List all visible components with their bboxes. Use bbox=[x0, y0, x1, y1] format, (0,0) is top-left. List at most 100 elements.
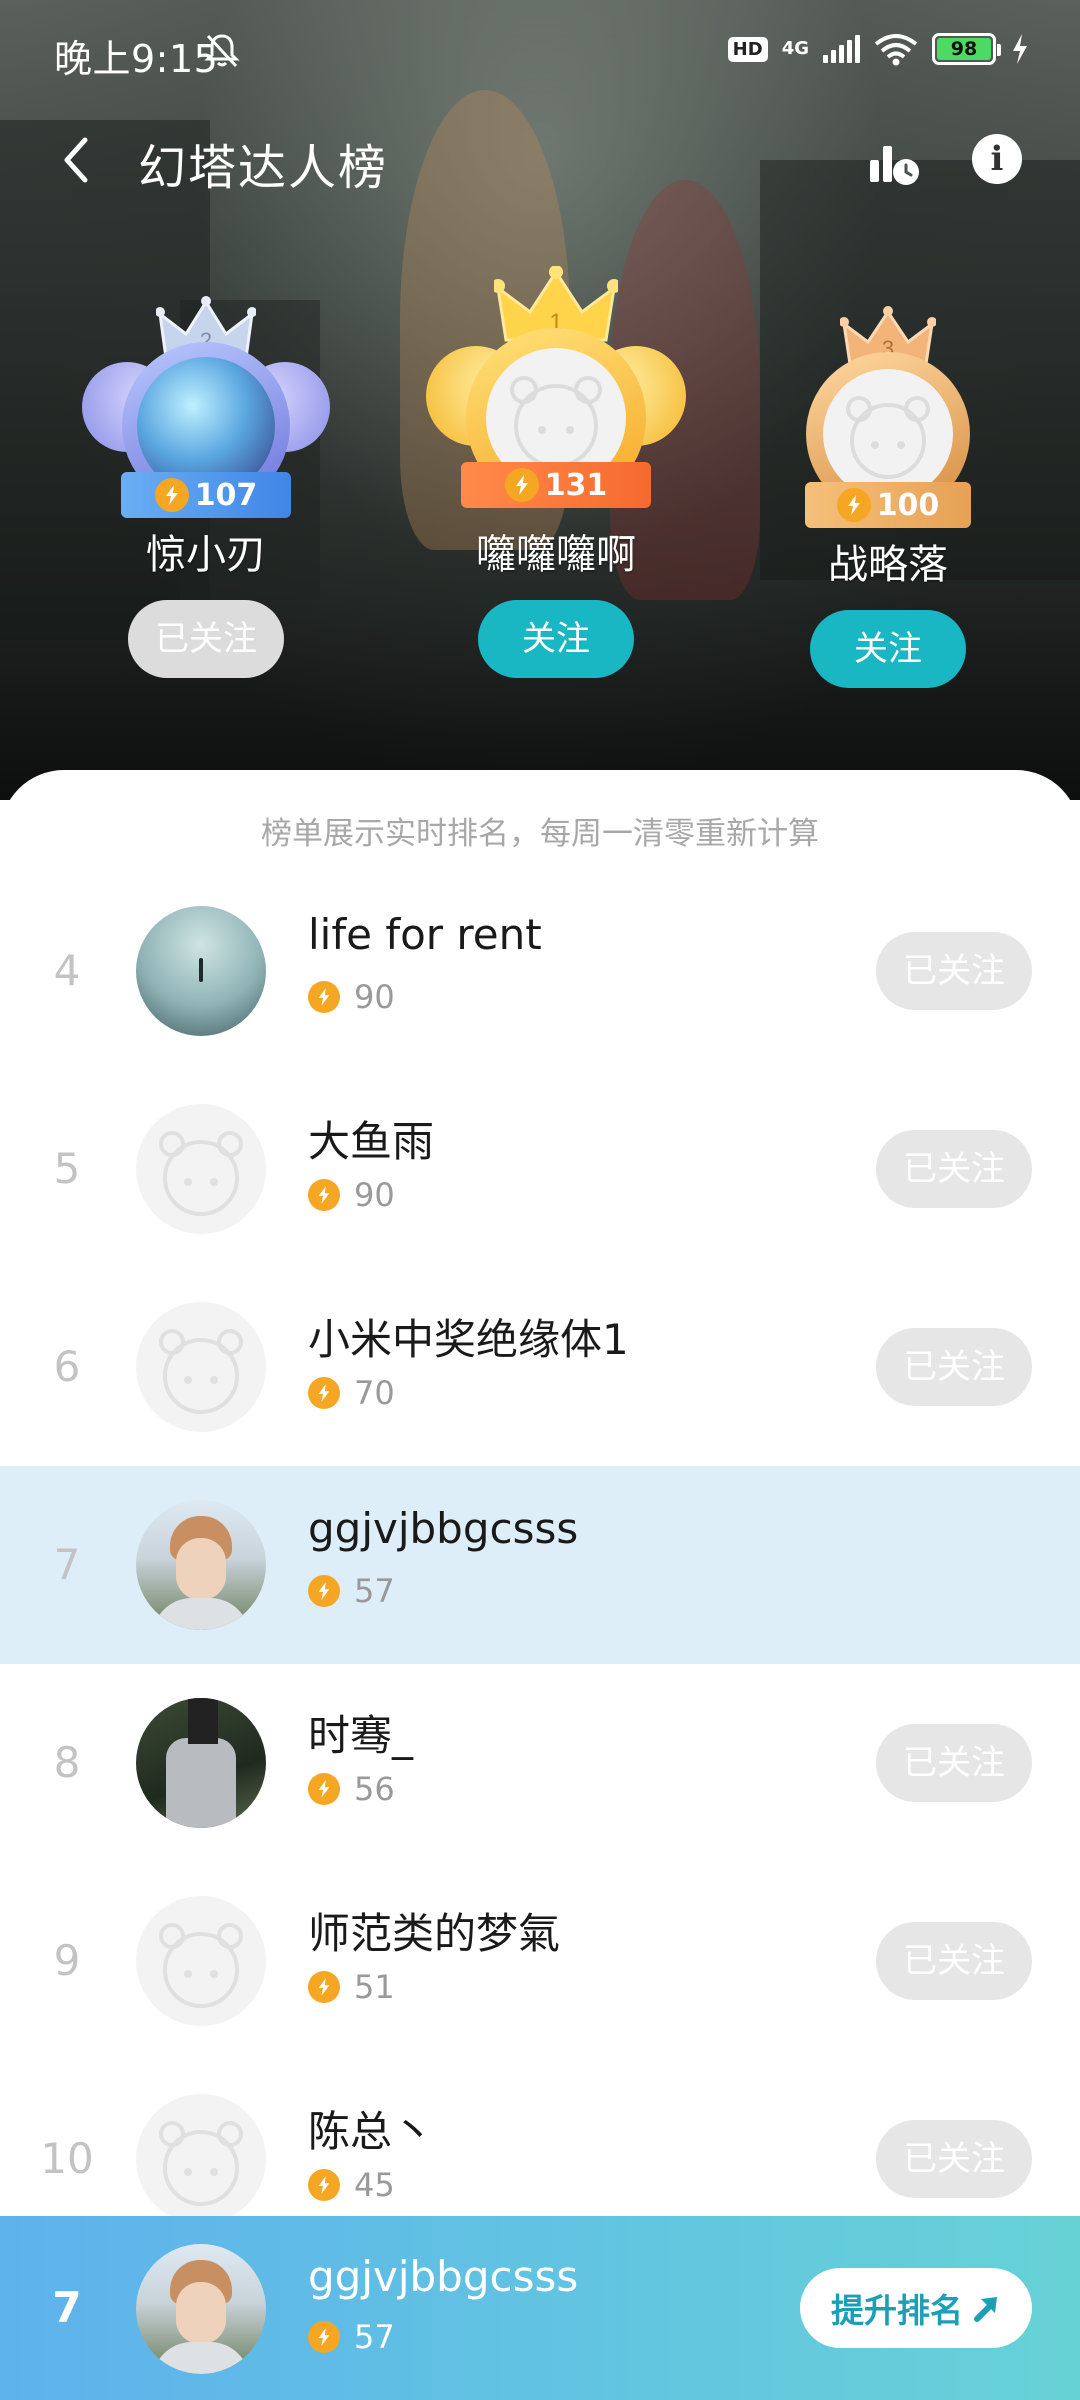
user-score: 45 bbox=[308, 2166, 395, 2204]
podium-score: 107 bbox=[121, 472, 291, 518]
user-score: 57 bbox=[308, 1572, 395, 1610]
list-item[interactable]: 9 师范类的梦氣 51 已关注 bbox=[0, 1862, 1080, 2060]
user-name: 小米中奖绝缘体1 bbox=[308, 1315, 629, 1364]
bronze-medal: 3 100 bbox=[758, 306, 1018, 528]
avatar bbox=[136, 2094, 266, 2224]
ranking-notice: 榜单展示实时排名，每周一清零重新计算 bbox=[261, 816, 819, 852]
leaderboard-sheet: 榜单展示实时排名，每周一清零重新计算 4 life for rent 90 已关… bbox=[0, 770, 1080, 2400]
score-value: 45 bbox=[354, 2166, 395, 2204]
follow-button[interactable]: 关注 bbox=[810, 610, 966, 688]
follow-button[interactable]: 已关注 bbox=[876, 1130, 1032, 1208]
my-rank-bar: 7 ggjvjbbgcsss 57 提升排名 bbox=[0, 2216, 1080, 2400]
rank-number: 4 bbox=[53, 946, 81, 995]
lightning-icon bbox=[308, 1773, 340, 1805]
user-name: life for rent bbox=[308, 910, 542, 959]
charging-icon bbox=[1013, 34, 1027, 64]
avatar bbox=[136, 906, 266, 1036]
ranking-history-icon[interactable] bbox=[866, 134, 922, 190]
rank-number: 7 bbox=[53, 1540, 81, 1589]
back-button[interactable] bbox=[48, 128, 104, 192]
status-bar: 晚上9:15 HD 4G 98 bbox=[0, 0, 1080, 104]
score-value: 70 bbox=[354, 1374, 395, 1412]
avatar bbox=[823, 369, 953, 499]
arrow-up-right-icon bbox=[974, 2297, 997, 2322]
podium-name: 战略落 bbox=[828, 542, 948, 588]
user-score: 56 bbox=[308, 1770, 395, 1808]
info-icon: i bbox=[990, 139, 1004, 179]
status-time: 晚上9:15 bbox=[54, 37, 219, 81]
info-button[interactable]: i bbox=[972, 134, 1022, 184]
lightning-icon bbox=[308, 1179, 340, 1211]
battery-icon: 98 bbox=[932, 33, 1001, 65]
list-item[interactable]: 4 life for rent 90 已关注 bbox=[0, 872, 1080, 1070]
score-value: 57 bbox=[354, 1572, 395, 1610]
user-score: 90 bbox=[308, 978, 395, 1016]
signal-icon bbox=[823, 35, 860, 63]
lightning-icon bbox=[154, 478, 189, 512]
score-value: 90 bbox=[354, 1176, 395, 1214]
podium-score: 100 bbox=[805, 482, 971, 528]
rank-number: 6 bbox=[53, 1342, 81, 1391]
podium-third: 3 100 战略落 关注 bbox=[758, 306, 1018, 688]
follow-button[interactable]: 已关注 bbox=[876, 2120, 1032, 2198]
lightning-icon bbox=[308, 2169, 340, 2201]
score-value: 56 bbox=[354, 1770, 395, 1808]
avatar bbox=[136, 1302, 266, 1432]
follow-button[interactable]: 已关注 bbox=[876, 1922, 1032, 2000]
avatar bbox=[136, 1500, 266, 1630]
user-name: 时骞_ bbox=[308, 1711, 414, 1760]
lightning-icon bbox=[308, 981, 340, 1013]
podium-score: 131 bbox=[461, 462, 651, 508]
podium-name: 惊小刃 bbox=[146, 532, 266, 578]
user-score: 90 bbox=[308, 1176, 395, 1214]
list-item-current-user[interactable]: 7 ggjvjbbgcsss 57 bbox=[0, 1466, 1080, 1664]
default-avatar-icon bbox=[159, 2121, 243, 2206]
rank-number: 9 bbox=[53, 1936, 81, 1985]
lightning-icon bbox=[836, 488, 871, 522]
podium-second: 2 107 惊小刃 已关注 bbox=[76, 296, 336, 678]
silver-medal: 2 107 bbox=[76, 296, 336, 518]
default-avatar-icon bbox=[159, 1329, 243, 1414]
list-item[interactable]: 8 时骞_ 56 已关注 bbox=[0, 1664, 1080, 1862]
boost-rank-label: 提升排名 bbox=[831, 2291, 963, 2330]
lightning-icon bbox=[308, 1971, 340, 2003]
default-avatar-icon bbox=[846, 396, 930, 479]
score-value: 51 bbox=[354, 1968, 395, 2006]
list-item[interactable]: 6 小米中奖绝缘体1 70 已关注 bbox=[0, 1268, 1080, 1466]
mute-bell-icon bbox=[204, 34, 240, 68]
default-avatar-icon bbox=[159, 1131, 243, 1216]
lightning-icon bbox=[308, 1575, 340, 1607]
follow-button[interactable]: 已关注 bbox=[128, 600, 284, 678]
avatar bbox=[136, 1698, 266, 1828]
hd-badge: HD bbox=[727, 36, 768, 62]
follow-button[interactable]: 已关注 bbox=[876, 932, 1032, 1010]
my-user-score: 57 bbox=[308, 2318, 395, 2356]
lightning-icon bbox=[308, 2321, 340, 2353]
follow-button[interactable]: 关注 bbox=[478, 600, 634, 678]
podium-score-value: 107 bbox=[194, 477, 258, 513]
rank-number: 5 bbox=[53, 1144, 81, 1193]
podium-score-value: 131 bbox=[544, 467, 608, 503]
user-score: 70 bbox=[308, 1374, 395, 1412]
my-avatar bbox=[136, 2244, 266, 2374]
follow-button[interactable]: 已关注 bbox=[876, 1328, 1032, 1406]
user-name: 师范类的梦氣 bbox=[308, 1909, 561, 1958]
boost-rank-button[interactable]: 提升排名 bbox=[800, 2268, 1032, 2348]
battery-level: 98 bbox=[937, 38, 991, 60]
avatar bbox=[136, 1104, 266, 1234]
podium-score-value: 100 bbox=[876, 487, 940, 523]
my-score-value: 57 bbox=[354, 2318, 395, 2356]
wifi-icon bbox=[874, 34, 918, 66]
list-item[interactable]: 5 大鱼雨 90 已关注 bbox=[0, 1070, 1080, 1268]
my-rank-number: 7 bbox=[52, 2283, 82, 2332]
gold-medal: 1 131 bbox=[426, 266, 686, 516]
user-name: 陈总丶 bbox=[308, 2107, 435, 2156]
lightning-icon bbox=[504, 468, 539, 502]
podium-name: 囖囖囖啊 bbox=[476, 532, 636, 578]
title-bar: 幻塔达人榜 i bbox=[0, 110, 1080, 210]
status-icons: HD 4G 98 bbox=[727, 32, 1030, 66]
follow-button[interactable]: 已关注 bbox=[876, 1724, 1032, 1802]
chevron-left-icon bbox=[64, 137, 88, 183]
default-avatar-icon bbox=[159, 1923, 243, 2008]
rank-number: 8 bbox=[53, 1738, 81, 1787]
